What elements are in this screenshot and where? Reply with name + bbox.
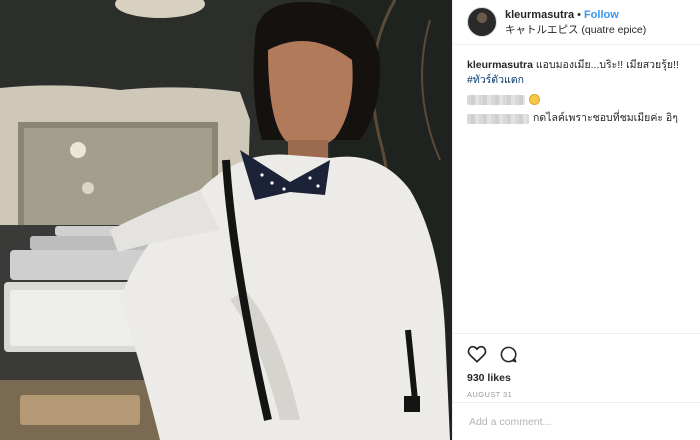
comment-item: กดไลค์เพราะชอบที่ชมเมียค่ะ อิๆ [467,111,692,126]
post-side-panel: kleurmasutra • Follow キャトルエピス (quatre epic… [452,0,700,440]
avatar[interactable] [467,7,497,37]
caption: kleurmasutra แอบมองเมีย...บริะ!! เมียสวย… [467,58,692,88]
header-separator: • [577,9,581,21]
follow-button[interactable]: Follow [584,9,619,21]
add-comment-input[interactable] [467,414,671,429]
hashtag-link[interactable]: #ทัวร์ตัวแตก [467,73,692,88]
add-comment-bar [453,402,700,440]
comment-item [467,94,692,105]
action-icons [467,343,687,365]
header-text: kleurmasutra • Follow キャトルエピス (quatre epic… [505,6,646,38]
smiling-face-emoji-icon [529,94,540,105]
comments-list: kleurmasutra แอบมองเมีย...บริะ!! เมียสวย… [467,58,692,126]
likes-count[interactable]: 930 likes [467,372,687,384]
blurred-username[interactable] [467,94,525,105]
location-link[interactable]: キャトルエピス (quatre epice) [505,23,646,38]
comment-text: กดไลค์เพราะชอบที่ชมเมียค่ะ อิๆ [533,112,678,124]
speech-bubble-icon[interactable] [499,345,518,364]
heart-outline-icon[interactable] [467,345,487,363]
post-actions: 930 likes AUGUST 31 [453,333,700,399]
post-photo[interactable] [0,0,452,440]
post-header: kleurmasutra • Follow キャトルエピス (quatre epic… [453,0,700,45]
blurred-username[interactable] [467,113,529,124]
username-link[interactable]: kleurmasutra [505,9,574,21]
caption-text: แอบมองเมีย...บริะ!! เมียสวยรุ้ย!! [535,59,679,71]
photo-illustration [0,0,452,440]
post-date[interactable]: AUGUST 31 [467,390,687,399]
caption-username[interactable]: kleurmasutra [467,59,533,71]
